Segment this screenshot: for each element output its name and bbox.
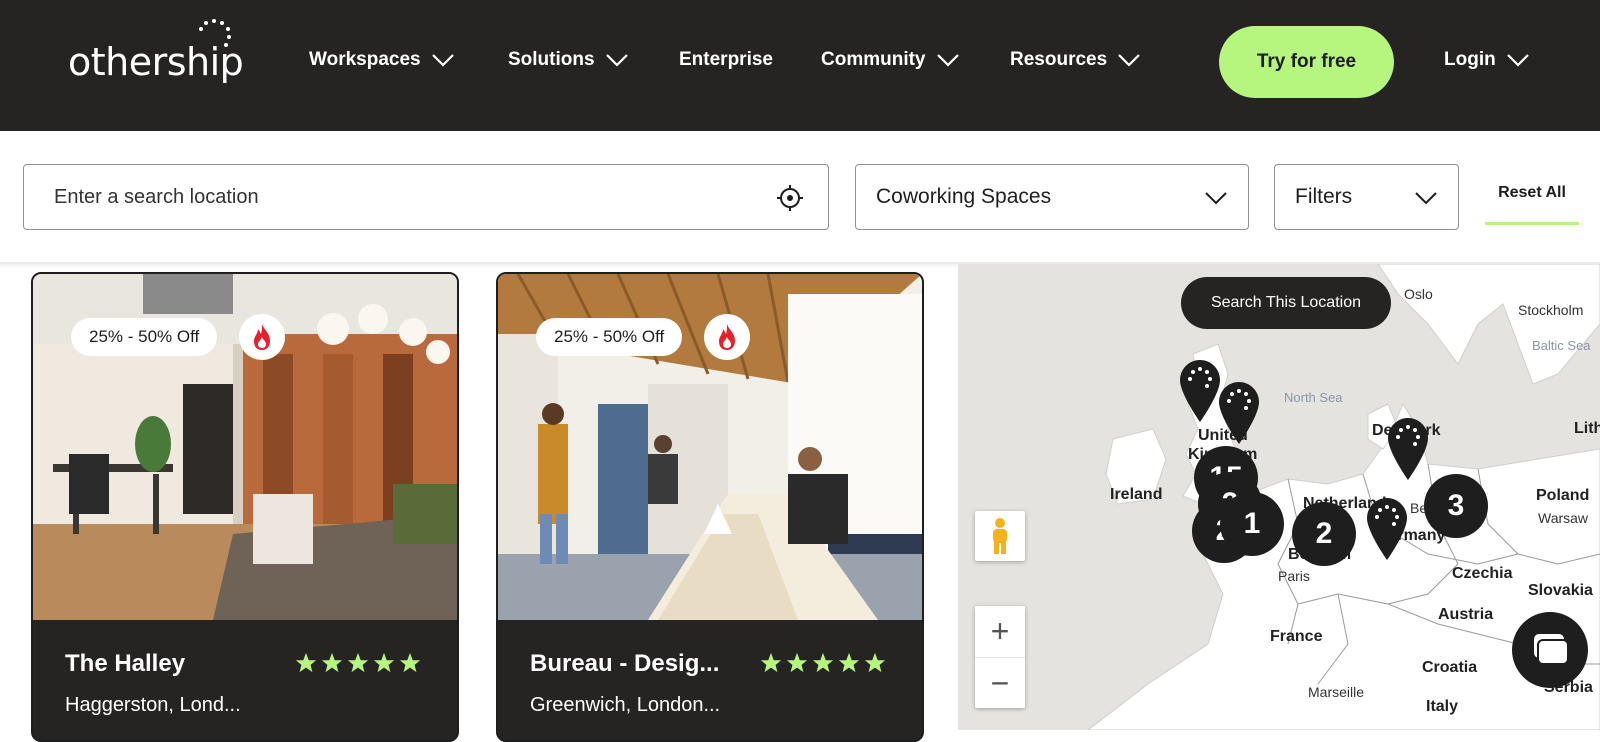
zoom-controls: + − [975, 606, 1025, 708]
login-menu[interactable]: Login [1444, 49, 1530, 71]
star-icon [812, 652, 834, 673]
nav-workspaces-label: Workspaces [309, 49, 421, 70]
map-label-austria: Austria [1438, 606, 1494, 623]
zoom-out-button[interactable]: − [975, 657, 1025, 708]
fire-icon [704, 314, 750, 360]
map-label-italy: Italy [1426, 698, 1459, 715]
crosshair-location-icon[interactable] [776, 184, 804, 212]
zoom-in-button[interactable]: + [975, 606, 1025, 657]
star-icon [373, 652, 395, 673]
map-label-stockholm: Stockholm [1518, 302, 1584, 318]
discount-badge: 25% - 50% Off [536, 318, 683, 356]
nav-community[interactable]: Community [821, 49, 960, 71]
reset-all-button[interactable]: Reset All [1485, 184, 1579, 225]
map-panel[interactable]: Oslo Stockholm Baltic Sea North Sea Unit… [958, 264, 1600, 730]
chat-button[interactable] [1512, 612, 1588, 688]
chat-icon [1534, 634, 1569, 665]
map-label-paris: Paris [1278, 568, 1310, 584]
top-navigation-bar: othership Workspaces Solutions Enterpris… [0, 0, 1600, 131]
map-label-oslo: Oslo [1404, 286, 1433, 302]
listing-title[interactable]: The Halley [65, 650, 185, 678]
search-location-input[interactable] [54, 165, 734, 229]
nav-resources-label: Resources [1010, 49, 1108, 70]
chevron-down-icon [1506, 54, 1529, 67]
star-icon [786, 652, 808, 673]
star-icon [321, 652, 343, 673]
chevron-down-icon [1205, 192, 1227, 205]
map-pin-icon[interactable] [1367, 498, 1407, 560]
map-cluster[interactable]: 1 [1220, 492, 1284, 556]
nav-enterprise[interactable]: Enterprise [679, 49, 773, 71]
chevron-down-icon [1415, 192, 1437, 205]
star-icon [864, 652, 886, 673]
workspace-type-value: Coworking Spaces [876, 185, 1052, 208]
search-box [23, 164, 829, 230]
chevron-down-icon [1118, 54, 1140, 67]
logo-dots-icon [199, 19, 231, 47]
login-label: Login [1444, 49, 1496, 70]
map-pin-icon[interactable] [1180, 360, 1220, 422]
map-label-slovakia: Slovakia [1528, 582, 1593, 599]
rating-stars [760, 652, 886, 674]
rating-stars [295, 652, 421, 674]
star-icon [347, 652, 369, 673]
street-view-pegman[interactable] [975, 511, 1025, 561]
map-cluster[interactable]: 2 [1292, 502, 1356, 566]
map-label-marseille: Marseille [1308, 684, 1365, 700]
map-label-poland: Poland [1536, 487, 1590, 504]
listing-location: Haggerston, Lond... [65, 694, 241, 716]
listing-card[interactable]: 25% - 50% Off Bureau - Desig... Greenwic… [496, 272, 924, 742]
map-label-croatia: Croatia [1422, 659, 1478, 676]
filters-label: Filters [1295, 185, 1353, 208]
nav-community-label: Community [821, 49, 926, 70]
chevron-down-icon [605, 54, 628, 67]
listing-location: Greenwich, London... [530, 694, 721, 716]
map-label-france: France [1270, 628, 1323, 645]
map-label-warsaw: Warsaw [1538, 510, 1589, 526]
map-label-ireland: Ireland [1110, 486, 1163, 503]
map-label-north-sea: North Sea [1284, 390, 1343, 405]
nav-resources[interactable]: Resources [1010, 49, 1141, 71]
star-icon [399, 652, 421, 673]
star-icon [760, 652, 782, 673]
map-label-lithuania: Lith [1574, 420, 1600, 437]
discount-badge: 25% - 50% Off [71, 318, 218, 356]
map-cluster[interactable]: 3 [1424, 474, 1488, 538]
map-pin-icon[interactable] [1219, 382, 1259, 444]
nav-solutions[interactable]: Solutions [508, 49, 629, 71]
star-icon [838, 652, 860, 673]
listing-title[interactable]: Bureau - Desig... [530, 650, 719, 678]
map-pin-icon[interactable] [1388, 418, 1428, 480]
map-label-baltic-sea: Baltic Sea [1532, 338, 1591, 353]
nav-solutions-label: Solutions [508, 49, 595, 70]
listing-card[interactable]: 25% - 50% Off The Halley Haggerston, Lon… [31, 272, 459, 742]
map-label-czechia: Czechia [1452, 565, 1513, 582]
fire-icon [239, 314, 285, 360]
nav-workspaces[interactable]: Workspaces [309, 49, 455, 71]
workspace-type-select[interactable]: Coworking Spaces [855, 164, 1249, 230]
chevron-down-icon [936, 54, 959, 67]
map-land [1087, 264, 1600, 730]
try-for-free-button[interactable]: Try for free [1219, 26, 1394, 98]
filters-select[interactable]: Filters [1274, 164, 1459, 230]
pegman-icon [993, 518, 1007, 554]
search-this-location-button[interactable]: Search This Location [1181, 277, 1391, 329]
star-icon [295, 652, 317, 673]
chevron-down-icon [431, 54, 454, 67]
nav-enterprise-label: Enterprise [679, 49, 773, 70]
